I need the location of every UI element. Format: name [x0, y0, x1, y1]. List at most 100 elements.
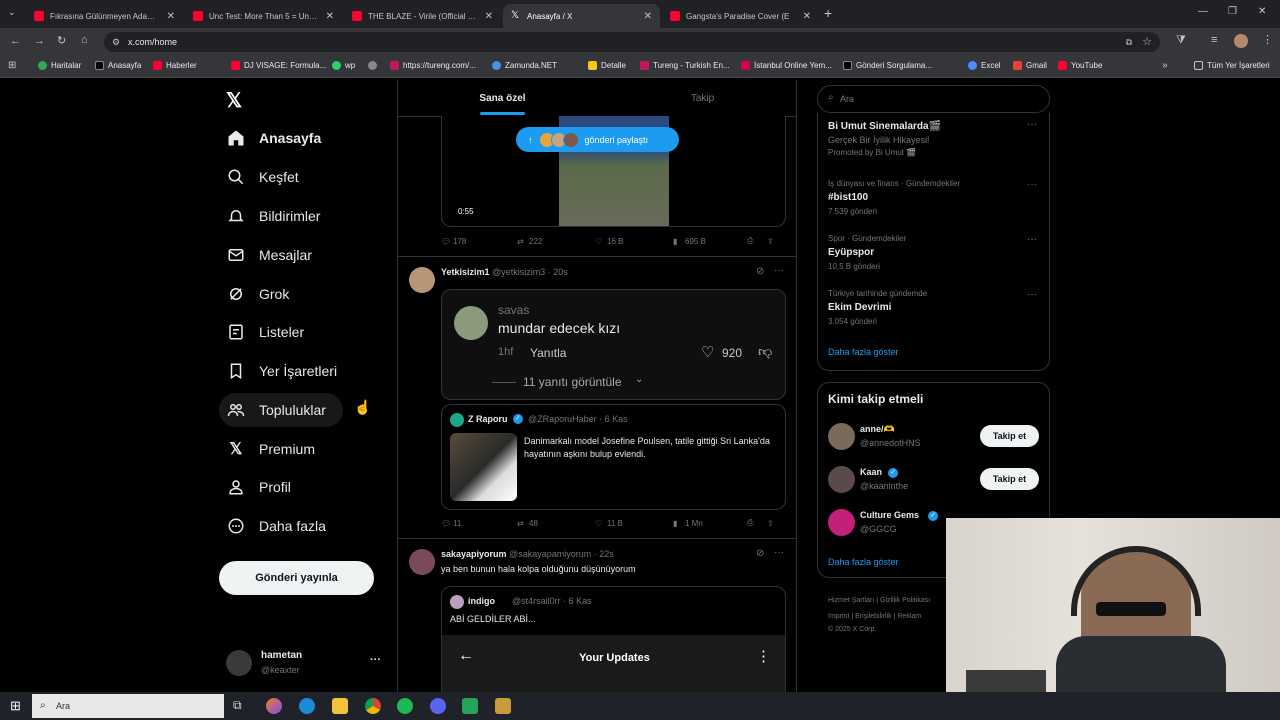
file-explorer-icon[interactable]: [332, 698, 348, 714]
task-view-icon[interactable]: ⧉: [233, 698, 242, 713]
quoted-post[interactable]: indigo @st4rsail0rr · 6 Kas ABİ GELDİLER…: [441, 586, 786, 692]
bookmark-icon[interactable]: ⎙: [747, 236, 767, 246]
close-tab-icon[interactable]: ✕: [326, 11, 334, 22]
edge-icon[interactable]: [299, 698, 315, 714]
browser-tab-3[interactable]: THE BLAZE - Virile (Official Vide ✕: [344, 4, 501, 28]
search-box[interactable]: ⌕ Ara: [817, 85, 1050, 113]
follow-name[interactable]: anne/🫶: [860, 424, 895, 435]
tab-list-chevron-icon[interactable]: ⌄: [8, 7, 16, 18]
chrome-icon[interactable]: [365, 698, 381, 714]
media-controls-icon[interactable]: ≡: [1211, 34, 1217, 46]
nav-explore[interactable]: Keşfet: [219, 160, 299, 194]
bookmark-item[interactable]: Zamunda.NET: [492, 61, 557, 70]
footer-line[interactable]: Imprint | Erişilebilirlik | Reklam: [828, 609, 930, 625]
new-tab-icon[interactable]: +: [824, 5, 832, 21]
more-bookmarks-icon[interactable]: »: [1162, 60, 1168, 71]
bookmark-item[interactable]: Haritalar: [38, 61, 81, 70]
profile-avatar[interactable]: [1234, 34, 1248, 48]
more-dots-icon[interactable]: ···: [370, 654, 381, 666]
more-dots-icon[interactable]: ···: [1027, 289, 1037, 300]
avatar[interactable]: [409, 267, 435, 293]
avatar[interactable]: [409, 549, 435, 575]
nav-profile[interactable]: Profil: [219, 470, 291, 504]
bookmark-item[interactable]: Excel: [968, 61, 1001, 70]
views-icon[interactable]: ▮: [673, 237, 685, 246]
tab-for-you[interactable]: Sana özel: [398, 80, 607, 116]
windows-start-icon[interactable]: ⊞: [10, 698, 21, 714]
copilot-icon[interactable]: [266, 698, 282, 714]
bookmark-item[interactable]: Tureng - Turkish En...: [640, 61, 730, 70]
bookmark-item[interactable]: Detalle: [588, 61, 626, 70]
bookmark-star-icon[interactable]: ☆: [1142, 32, 1152, 52]
nav-communities[interactable]: Topluluklar: [219, 393, 343, 427]
apps-grid-icon[interactable]: ⊞: [8, 60, 16, 71]
more-dots-icon[interactable]: ···: [1027, 119, 1037, 130]
close-window-icon[interactable]: ✕: [1258, 6, 1266, 17]
chrome-menu-icon[interactable]: ⋮: [1262, 33, 1273, 46]
account-switcher[interactable]: hametan @keaxter ···: [226, 648, 386, 680]
app-icon[interactable]: [495, 698, 511, 714]
trend-item[interactable]: Bi Umut Sinemalarda🎬 Gerçek Bir İyilik H…: [828, 121, 941, 157]
share-icon[interactable]: ⇪: [767, 237, 774, 246]
trend-item[interactable]: Spor · Gündemdekiler Eyüpspor 10,5 B gön…: [828, 234, 906, 271]
show-more-link[interactable]: Daha fazla göster: [828, 557, 899, 567]
bookmark-item[interactable]: DJ VISAGE: Formula...: [231, 61, 326, 70]
install-app-icon[interactable]: ⧉: [1126, 32, 1132, 52]
browser-tab-1[interactable]: Fıkrasına Gülünmeyen Adam - f ✕: [26, 4, 183, 28]
more-dots-icon[interactable]: ···: [1027, 234, 1037, 245]
show-more-link[interactable]: Daha fazla göster: [828, 347, 899, 357]
avatar[interactable]: [828, 509, 855, 536]
nav-bookmarks[interactable]: Yer İşaretleri: [219, 354, 337, 388]
follow-name[interactable]: Kaan: [860, 467, 882, 477]
bookmark-item[interactable]: Haberler: [153, 61, 197, 70]
nav-grok[interactable]: Grok: [219, 277, 289, 311]
like-icon[interactable]: ♡: [595, 519, 607, 528]
bookmark-item[interactable]: [368, 61, 381, 70]
bookmark-item[interactable]: Gönderi Sorgulama...: [843, 61, 932, 70]
nav-premium[interactable]: 𝕏 Premium: [219, 432, 315, 466]
nav-notifications[interactable]: Bildirimler: [219, 199, 320, 233]
author-name[interactable]: Yetkisizim1: [441, 267, 490, 277]
views-icon[interactable]: ▮: [673, 519, 685, 528]
close-tab-icon[interactable]: ✕: [167, 11, 175, 22]
grok-icon[interactable]: ⊘: [756, 266, 764, 277]
quoted-post[interactable]: Z Raporu ✓ @ZRaporuHaber · 6 Kas Danimar…: [441, 404, 786, 510]
tab-following[interactable]: Takip: [607, 80, 796, 116]
more-dots-icon[interactable]: ···: [774, 265, 784, 276]
follow-button[interactable]: Takip et: [980, 425, 1039, 447]
all-bookmarks[interactable]: Tüm Yer İşaretleri: [1194, 61, 1270, 70]
app-icon[interactable]: [462, 698, 478, 714]
bookmark-icon[interactable]: ⎙: [747, 518, 767, 528]
nav-lists[interactable]: Listeler: [219, 315, 304, 349]
address-bar[interactable]: ⚙ x.com/home ☆ ⧉: [104, 32, 1160, 52]
minimize-icon[interactable]: —: [1198, 6, 1208, 17]
nav-messages[interactable]: Mesajlar: [219, 238, 312, 272]
bookmark-item[interactable]: wp: [332, 61, 355, 70]
home-icon[interactable]: ⌂: [81, 34, 88, 46]
more-dots-icon[interactable]: ···: [774, 547, 784, 558]
nav-home[interactable]: Anasayfa: [219, 121, 321, 155]
site-info-icon[interactable]: ⚙: [112, 32, 120, 52]
reply-icon[interactable]: 💬︎: [441, 237, 453, 246]
repost-icon[interactable]: ⇄: [517, 237, 529, 246]
taskbar-search[interactable]: ⌕ Ara: [32, 694, 224, 718]
discord-icon[interactable]: [430, 698, 446, 714]
maximize-icon[interactable]: ❐: [1228, 6, 1237, 17]
trend-item[interactable]: Türkiye tarihinde gündemde Ekim Devrimi …: [828, 289, 927, 326]
close-tab-icon[interactable]: ✕: [803, 11, 811, 22]
bookmark-item[interactable]: https://tureng.com/...: [390, 61, 476, 70]
bookmark-item[interactable]: Anasayfa: [95, 61, 141, 70]
comment-screenshot[interactable]: savas mundar edecek kızı 1hf Yanıtla ♡ 9…: [441, 289, 786, 400]
footer-line[interactable]: Hizmet Şartları | Gizlilik Politikası: [828, 593, 930, 609]
avatar[interactable]: [828, 466, 855, 493]
browser-tab-2[interactable]: Unc Test: More Than 5 = Unc St ✕: [185, 4, 342, 28]
extensions-icon[interactable]: ⧩: [1176, 34, 1186, 47]
back-icon[interactable]: ←: [10, 35, 21, 47]
avatar[interactable]: [828, 423, 855, 450]
nav-more[interactable]: Daha fazla: [219, 509, 326, 543]
author-name[interactable]: sakayapiyorum: [441, 549, 507, 559]
repost-icon[interactable]: ⇄: [517, 519, 529, 528]
follow-name[interactable]: Culture Gems: [860, 510, 919, 520]
bookmark-item[interactable]: İstanbul Online Yem...: [741, 61, 832, 70]
share-icon[interactable]: ⇪: [767, 519, 774, 528]
